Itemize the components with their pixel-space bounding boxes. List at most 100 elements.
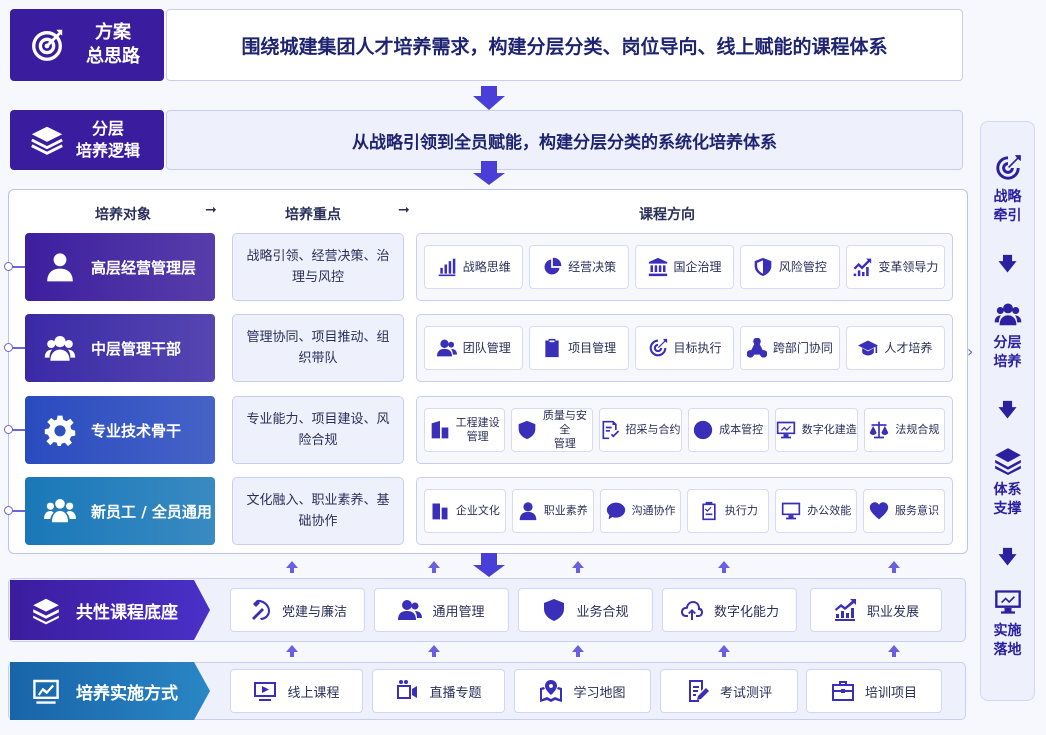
team-icon [398,598,423,622]
live-icon [395,679,419,703]
course-chip[interactable]: 企业文化 [424,489,506,533]
party-icon [248,598,272,622]
layers-icon [24,117,70,163]
course-chip[interactable]: 人才培养 [845,326,946,370]
course-label: 沟通协作 [631,504,676,517]
sidebar-item-label: 战略 牵引 [993,189,1022,224]
clipboard-icon [542,338,562,358]
course-label: 团队管理 [462,341,511,355]
shield-icon [753,257,773,277]
course-chip[interactable]: 法规合规 [863,408,945,452]
course-chip[interactable]: 沟通协作 [599,489,682,533]
common-course-label: 通用管理 [432,604,485,620]
office-icon [430,501,450,521]
document-check-icon [600,420,620,440]
impl-method-chip[interactable]: 考试测评 [660,669,798,713]
down-arrow-icon: 🡇 [998,254,1017,275]
connector-line [12,266,26,268]
common-course-chip[interactable]: 职业发展 [810,588,942,632]
impl-method-chip[interactable]: 直播专题 [372,669,505,713]
impl-method-chip[interactable]: 线上课程 [230,669,363,713]
course-chip[interactable]: 工程建设 管理 [424,408,506,452]
course-chip[interactable]: 数字化建造 [774,408,858,452]
up-arrow-icon [428,645,440,657]
common-course-label: 业务合规 [576,604,629,620]
course-label: 服务意识 [895,504,940,517]
row-focus: 战略引领、经营决策、治理与风控 [232,233,404,301]
course-chip[interactable]: 成本管控 [687,408,769,452]
impl-method-label: 线上课程 [287,685,340,701]
pie-chart-icon [542,257,562,277]
header-direction: 课程方向 [639,207,695,223]
course-chip[interactable]: 招采与合约 [598,408,682,452]
graduation-cap-icon [858,338,879,358]
growth-icon [833,598,857,622]
course-group: 团队管理 项目管理 目标执行 跨部门协同 人才培养 [416,314,953,382]
common-label: 共性课程底座 [10,580,210,640]
map-icon [539,679,563,703]
chart-board-icon [22,675,70,707]
course-chip[interactable]: 风险管控 [740,245,840,289]
heart-icon [869,501,889,521]
plan-label: 方案 总思路 [10,9,164,81]
course-chip[interactable]: 战略思维 [424,245,524,289]
course-chip[interactable]: 服务意识 [863,489,945,533]
course-chip[interactable]: 质量与安全 管理 [511,408,593,452]
up-arrow-icon [718,645,730,657]
arrow-right-icon: ➞ [205,202,217,218]
course-label: 质量与安全 管理 [542,409,587,450]
network-icon [746,338,767,358]
person-tie-icon [35,251,85,283]
course-chip[interactable]: 团队管理 [424,326,524,370]
common-course-label: 党建与廉洁 [281,604,347,620]
common-course-chip[interactable]: 党建与廉洁 [230,588,365,632]
course-label: 跨部门协同 [772,341,833,355]
user-icon [518,501,538,521]
impl-method-chip[interactable]: 学习地图 [514,669,651,713]
connector-line [12,347,26,349]
gear-icon [35,414,85,446]
course-chip[interactable]: 变革领导力 [845,245,946,289]
common-course-label: 数字化能力 [713,604,779,620]
course-chip[interactable]: 办公效能 [775,489,858,533]
chat-icon [606,501,626,521]
impl-method-label: 考试测评 [719,685,772,701]
down-arrow-icon: 🡇 [998,547,1017,568]
exam-icon [686,679,710,703]
course-label: 国企治理 [673,260,722,274]
impl-method-chip[interactable]: 培训项目 [806,669,942,713]
up-arrow-icon [888,561,900,573]
plan-label-text: 方案 总思路 [86,22,140,67]
down-arrow [473,161,505,185]
course-chip[interactable]: 项目管理 [529,326,629,370]
team-icon [436,338,457,358]
course-chip[interactable]: 目标执行 [634,326,735,370]
down-arrow-icon: 🡇 [998,400,1017,421]
people-icon [35,495,85,527]
course-label: 变革领导力 [878,260,939,274]
layers-icon [22,594,70,626]
course-group: 战略思维 经营决策 国企治理 风险管控 变革领导力 [416,233,953,301]
up-arrow-icon [572,561,584,573]
common-course-chip[interactable]: 数字化能力 [662,588,797,632]
course-label: 数字化建造 [801,423,857,436]
course-chip[interactable]: 国企治理 [634,245,735,289]
course-chip[interactable]: 跨部门协同 [740,326,840,370]
sidebar-item-label: 实施 落地 [993,623,1022,658]
common-course-chip[interactable]: 通用管理 [374,588,509,632]
course-chip[interactable]: 执行力 [687,489,770,533]
video-icon [253,679,277,703]
up-arrow-icon [286,561,298,573]
up-arrow-icon [286,645,298,657]
course-label: 法规合规 [895,423,940,436]
row-focus: 专业能力、项目建设、风险合规 [232,396,404,464]
logic-label: 分层 培养逻辑 [10,110,164,170]
checklist-icon [699,501,719,521]
impl-method-label: 培训项目 [864,685,917,701]
course-chip[interactable]: 经营决策 [529,245,629,289]
sidebar-item: 战略 牵引 [980,154,1035,226]
yen-icon [693,420,713,440]
course-chip[interactable]: 职业素养 [511,489,594,533]
course-label: 成本管控 [719,423,764,436]
common-course-chip[interactable]: 业务合规 [518,588,653,632]
